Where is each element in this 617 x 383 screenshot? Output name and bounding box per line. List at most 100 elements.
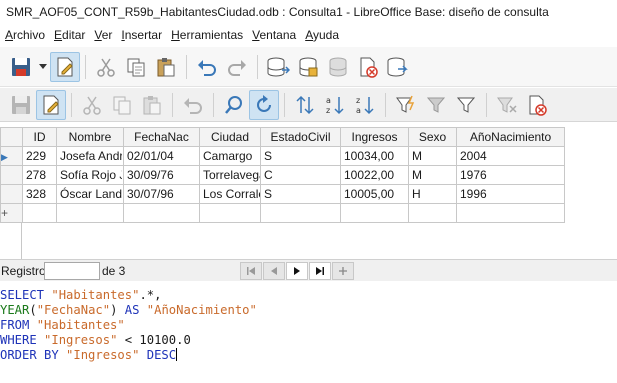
sort-button[interactable] <box>290 90 320 120</box>
redo-button[interactable] <box>222 52 252 82</box>
menu-herramientas-mnemonic: H <box>171 28 180 42</box>
menu-herramientas[interactable]: Herramientas <box>170 28 251 42</box>
column-header-anonacimiento[interactable]: AñoNacimiento <box>456 127 565 147</box>
new-cell[interactable] <box>340 203 409 223</box>
table-row[interactable]: 328 Óscar Land 30/07/96 Los Corrale S 10… <box>0 184 565 204</box>
column-header-id[interactable]: ID <box>22 127 57 147</box>
cell-ciudad[interactable]: Los Corrale <box>199 184 261 204</box>
paste-data-button[interactable] <box>137 90 167 120</box>
cell-anonacimiento[interactable]: 1996 <box>456 184 565 204</box>
row-header[interactable] <box>0 165 23 185</box>
corner-cell[interactable] <box>0 127 23 147</box>
cell-anonacimiento[interactable]: 1976 <box>456 165 565 185</box>
sql-direct-button[interactable] <box>383 52 413 82</box>
cell-nombre[interactable]: Óscar Land <box>56 184 124 204</box>
new-record-button[interactable] <box>332 261 354 280</box>
column-header-ingresos[interactable]: Ingresos <box>340 127 409 147</box>
row-header-current[interactable]: ▶ <box>0 146 23 166</box>
edit-mode-button[interactable] <box>50 51 80 82</box>
column-header-sexo[interactable]: Sexo <box>408 127 457 147</box>
record-number-input[interactable] <box>44 261 100 280</box>
switch-design-view-button[interactable] <box>323 52 353 82</box>
menu-ver[interactable]: Ver <box>93 28 120 42</box>
cell-fechanac[interactable]: 30/09/76 <box>123 165 200 185</box>
cell-ciudad[interactable]: Torrelavega <box>199 165 261 185</box>
cell-ingresos[interactable]: 10005,00 <box>340 184 409 204</box>
autofilter-button[interactable] <box>391 90 421 120</box>
cut-data-button[interactable] <box>77 90 107 120</box>
cut-button[interactable] <box>91 52 121 82</box>
menu-archivo-label: rchivo <box>13 28 46 42</box>
cell-id[interactable]: 278 <box>22 165 57 185</box>
copy-data-button[interactable] <box>107 90 137 120</box>
save-dropdown-button[interactable] <box>36 52 50 82</box>
new-cell[interactable] <box>260 203 341 223</box>
column-header-ciudad[interactable]: Ciudad <box>199 127 261 147</box>
sql-editor[interactable]: SELECT "Habitantes".*, YEAR("FechaNac") … <box>0 288 617 383</box>
cell-id[interactable]: 328 <box>22 184 57 204</box>
refresh-button[interactable] <box>249 89 279 120</box>
new-cell[interactable] <box>408 203 457 223</box>
cell-sexo[interactable]: H <box>408 184 457 204</box>
delete-record-button[interactable] <box>522 90 552 120</box>
cell-sexo[interactable]: M <box>408 146 457 166</box>
save-button[interactable] <box>6 52 36 82</box>
new-record-row[interactable]: + <box>0 203 565 223</box>
cell-ingresos[interactable]: 10034,00 <box>340 146 409 166</box>
menu-editar-mnemonic: E <box>54 28 63 42</box>
column-header-fechanac[interactable]: FechaNac <box>123 127 200 147</box>
paste-button[interactable] <box>151 52 181 82</box>
new-cell[interactable] <box>22 203 57 223</box>
cell-nombre[interactable]: Sofía Rojo J <box>56 165 124 185</box>
menu-ayuda[interactable]: Ayuda <box>304 28 347 42</box>
cell-nombre[interactable]: Josefa Andr <box>56 146 124 166</box>
column-header-estadocivil[interactable]: EstadoCivil <box>260 127 341 147</box>
undo-button[interactable] <box>192 52 222 82</box>
reset-filter-button[interactable] <box>492 90 522 120</box>
text-cursor <box>176 348 178 361</box>
sort-ascending-button[interactable]: az <box>320 90 350 120</box>
cell-ciudad[interactable]: Camargo <box>199 146 261 166</box>
table-row[interactable]: 278 Sofía Rojo J 30/09/76 Torrelavega C … <box>0 165 565 185</box>
previous-record-button[interactable] <box>263 261 285 280</box>
cell-fechanac[interactable]: 02/01/04 <box>123 146 200 166</box>
new-cell[interactable] <box>199 203 261 223</box>
undo-data-button[interactable] <box>178 90 208 120</box>
add-tables-button[interactable] <box>263 52 293 82</box>
first-record-icon <box>247 266 255 275</box>
copy-button[interactable] <box>121 52 151 82</box>
menu-archivo[interactable]: Archivo <box>4 28 53 42</box>
menu-insertar[interactable]: Insertar <box>120 28 170 42</box>
sql-line: FROM "Habitantes" <box>0 318 617 333</box>
find-record-button[interactable] <box>219 90 249 120</box>
cell-sexo[interactable]: M <box>408 165 457 185</box>
new-cell[interactable] <box>456 203 565 223</box>
menu-ventana[interactable]: Ventana <box>251 28 304 42</box>
standard-filter-icon <box>456 97 476 113</box>
last-record-button[interactable] <box>309 261 331 280</box>
new-cell[interactable] <box>56 203 124 223</box>
cell-estadocivil[interactable]: S <box>260 146 341 166</box>
first-record-button[interactable] <box>240 261 262 280</box>
delete-button[interactable] <box>353 52 383 82</box>
cell-estadocivil[interactable]: S <box>260 184 341 204</box>
next-record-button[interactable] <box>286 261 308 280</box>
save-record-button[interactable] <box>6 90 36 120</box>
column-header-nombre[interactable]: Nombre <box>56 127 124 147</box>
cell-estadocivil[interactable]: C <box>260 165 341 185</box>
apply-filter-button[interactable] <box>421 90 451 120</box>
table-row[interactable]: ▶ 229 Josefa Andr 02/01/04 Camargo S 100… <box>0 146 565 166</box>
cell-ingresos[interactable]: 10022,00 <box>340 165 409 185</box>
sort-descending-button[interactable]: za <box>350 90 380 120</box>
sql-string: "Habitantes" <box>51 288 140 302</box>
row-header[interactable] <box>0 184 23 204</box>
add-query-button[interactable] <box>293 52 323 82</box>
standard-filter-button[interactable] <box>451 90 481 120</box>
menu-editar[interactable]: Editar <box>53 28 93 42</box>
row-header-new[interactable]: + <box>0 203 23 223</box>
cell-id[interactable]: 229 <box>22 146 57 166</box>
edit-data-button[interactable] <box>36 89 66 120</box>
cell-anonacimiento[interactable]: 2004 <box>456 146 565 166</box>
cell-fechanac[interactable]: 30/07/96 <box>123 184 200 204</box>
new-cell[interactable] <box>123 203 200 223</box>
